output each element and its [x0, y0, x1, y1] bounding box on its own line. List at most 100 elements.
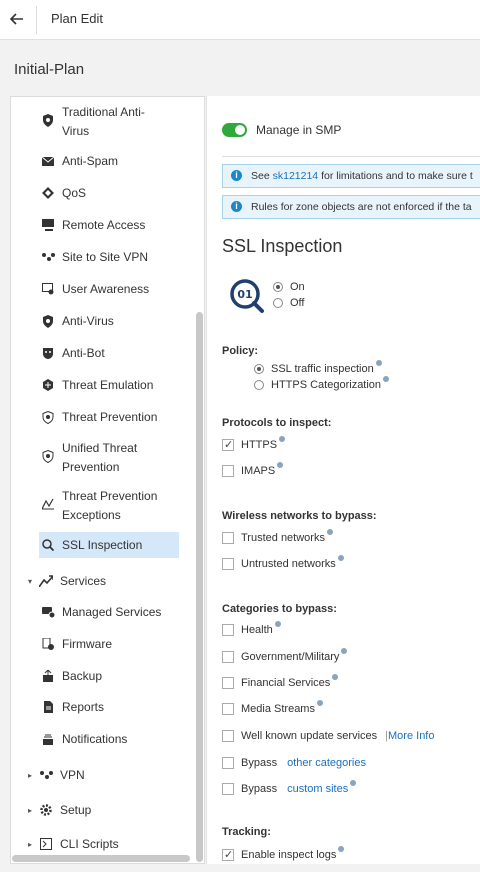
checkbox-label: Government/Military [241, 651, 340, 663]
radio-indicator[interactable] [254, 380, 264, 390]
checkbox[interactable] [222, 532, 234, 544]
checkbox[interactable] [222, 783, 234, 795]
shield-outline-icon [41, 410, 55, 424]
help-icon[interactable] [338, 846, 345, 852]
sidebar-item-label: Notifications [62, 732, 128, 746]
network-icon [41, 250, 55, 264]
help-icon[interactable] [316, 700, 323, 706]
info-banner-zone-objects: i Rules for zone objects are not enforce… [222, 195, 480, 219]
bypass-other-categories-checkbox[interactable]: Bypass other categories [222, 757, 366, 769]
monitor-icon [41, 218, 55, 232]
radio-label: HTTPS Categorization [271, 379, 382, 391]
state-off-radio[interactable]: Off [273, 297, 304, 309]
back-arrow-icon[interactable] [6, 8, 28, 30]
sidebar-item-threat-prevention-exceptions[interactable]: Threat Prevention Exceptions [41, 487, 204, 525]
protocol-imaps-checkbox[interactable]: IMAPS [222, 462, 284, 477]
radio-label: SSL traffic inspection [271, 363, 374, 375]
sidebar-group-setup[interactable]: ▸ Setup [25, 801, 204, 820]
radio-indicator[interactable] [273, 298, 283, 308]
protocol-https-checkbox[interactable]: HTTPS [222, 436, 286, 451]
sidebar-item-firmware[interactable]: Firmware [41, 635, 204, 654]
divider [222, 156, 480, 157]
info-icon: i [231, 170, 242, 181]
sidebar-vertical-scrollbar[interactable] [196, 312, 203, 862]
category-health-checkbox[interactable]: Health [222, 621, 281, 636]
help-icon[interactable] [326, 529, 333, 535]
help-icon[interactable] [279, 436, 286, 442]
sidebar-horizontal-scrollbar[interactable] [12, 855, 190, 862]
shield-icon [41, 113, 55, 127]
checkbox[interactable] [222, 848, 234, 861]
sidebar-item-remote-access[interactable]: Remote Access [41, 216, 204, 235]
help-icon[interactable] [332, 674, 339, 680]
info-text: Rules for zone objects are not enforced … [251, 201, 472, 213]
sidebar-item-anti-bot[interactable]: Anti-Bot [41, 344, 204, 363]
help-icon[interactable] [375, 360, 382, 366]
checkbox[interactable] [222, 465, 234, 477]
chevron-right-icon: ▸ [27, 771, 32, 780]
sidebar-item-site-to-site-vpn[interactable]: Site to Site VPN [41, 248, 204, 267]
sidebar-item-traditional-anti-virus[interactable]: Traditional Anti- Virus [41, 103, 204, 141]
category-media-checkbox[interactable]: Media Streams [222, 700, 323, 715]
sidebar-group-cli-scripts[interactable]: ▸ CLI Scripts [25, 835, 204, 854]
chevron-down-icon: ▾ [27, 577, 32, 586]
help-icon[interactable] [350, 780, 357, 786]
sidebar-item-threat-emulation[interactable]: Threat Emulation [41, 376, 204, 395]
help-icon[interactable] [341, 648, 348, 654]
custom-sites-link[interactable]: custom sites [287, 783, 348, 795]
terminal-icon [39, 837, 53, 851]
checkbox-label: Bypass [241, 783, 278, 795]
sidebar-group-services[interactable]: ▾ Services [25, 572, 204, 591]
category-government-checkbox[interactable]: Government/Military [222, 648, 348, 663]
sidebar: Traditional Anti- Virus Anti-Spam QoS Re… [10, 96, 205, 864]
checkbox[interactable] [222, 651, 234, 663]
tracking-inspect-logs-checkbox[interactable]: Enable inspect logs [222, 846, 345, 861]
sidebar-item-label: Remote Access [62, 218, 146, 232]
bypass-custom-sites-checkbox[interactable]: Bypass custom sites [222, 780, 357, 795]
sidebar-item-threat-prevention[interactable]: Threat Prevention [41, 408, 204, 427]
sidebar-item-backup[interactable]: Backup [41, 667, 204, 686]
wireless-untrusted-checkbox[interactable]: Untrusted networks [222, 555, 344, 570]
checkbox[interactable] [222, 677, 234, 689]
checkbox[interactable] [222, 624, 234, 636]
category-financial-checkbox[interactable]: Financial Services [222, 674, 339, 689]
sk-link[interactable]: sk121214 [273, 170, 319, 182]
help-icon[interactable] [274, 621, 281, 627]
category-update-services-checkbox[interactable]: Well known update services | More Info [222, 730, 434, 742]
sidebar-item-qos[interactable]: QoS [41, 184, 204, 203]
chart-line-icon [41, 497, 55, 511]
chevron-right-icon: ▸ [27, 840, 32, 849]
policy-https-categorization-radio[interactable]: HTTPS Categorization [254, 376, 390, 391]
sidebar-item-managed-services[interactable]: Managed Services [41, 603, 204, 622]
sidebar-item-anti-virus[interactable]: Anti-Virus [41, 312, 204, 331]
sidebar-item-unified-threat-prevention[interactable]: Unified Threat Prevention [41, 439, 204, 477]
help-icon[interactable] [383, 376, 390, 382]
sidebar-item-label: Anti-Bot [62, 346, 105, 360]
sidebar-item-reports[interactable]: Reports [41, 698, 204, 717]
sidebar-item-notifications[interactable]: Notifications [41, 730, 204, 749]
radio-indicator[interactable] [273, 282, 283, 292]
section-title: SSL Inspection [222, 236, 343, 256]
sidebar-item-user-awareness[interactable]: User Awareness [41, 280, 204, 299]
manage-in-smp-toggle[interactable] [222, 123, 247, 137]
more-info-link[interactable]: More Info [388, 730, 434, 742]
policy-ssl-traffic-radio[interactable]: SSL traffic inspection [254, 360, 382, 375]
checkbox[interactable] [222, 703, 234, 715]
wireless-trusted-checkbox[interactable]: Trusted networks [222, 529, 333, 544]
radio-indicator[interactable] [254, 364, 264, 374]
checkbox-label: Enable inspect logs [241, 849, 337, 861]
checkbox[interactable] [222, 438, 234, 451]
sidebar-item-ssl-inspection[interactable]: SSL Inspection [39, 532, 179, 558]
state-on-radio[interactable]: On [273, 281, 305, 293]
sidebar-group-vpn[interactable]: ▸ VPN [25, 766, 204, 785]
info-banner-limitations: i See sk121214 for limitations and to ma… [222, 164, 480, 188]
sidebar-item-anti-spam[interactable]: Anti-Spam [41, 152, 204, 171]
other-categories-link[interactable]: other categories [287, 757, 366, 769]
checkbox[interactable] [222, 558, 234, 570]
checkbox-label: Financial Services [241, 677, 331, 689]
help-icon[interactable] [337, 555, 344, 561]
checkbox[interactable] [222, 730, 234, 742]
checkbox[interactable] [222, 757, 234, 769]
report-icon [41, 700, 55, 714]
help-icon[interactable] [277, 462, 284, 468]
